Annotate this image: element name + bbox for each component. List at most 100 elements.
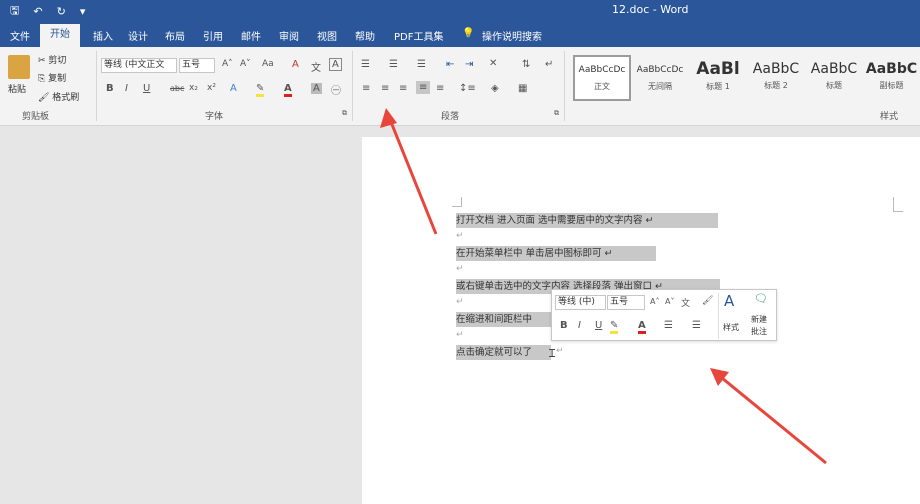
text-cursor-icon: Ɪ <box>549 347 556 360</box>
paragraph-dialog-launcher-icon[interactable]: ⧉ <box>554 109 559 118</box>
style-title[interactable]: AaBbC 标题 <box>805 55 863 101</box>
paragraph-mark: ↵ <box>456 297 464 307</box>
style-subtitle[interactable]: AaBbC 副标题 <box>863 55 920 101</box>
copy-button[interactable]: ⎘ 复制 <box>38 71 66 84</box>
font-name-select[interactable]: 等线 (中文正文 <box>101 58 177 73</box>
change-case-button[interactable]: Aa <box>262 59 274 69</box>
subscript-button[interactable]: x₂ <box>189 83 198 93</box>
paste-button[interactable]: 粘贴 <box>8 82 26 95</box>
new-comment-label-1[interactable]: 新建 <box>751 314 767 325</box>
mini-italic-button[interactable]: I <box>578 320 581 331</box>
selected-line-2[interactable]: 在开始菜单栏中 单击居中图标即可 ↵ <box>456 246 656 261</box>
text-effect-icon[interactable]: A <box>230 83 237 94</box>
grow-font-icon[interactable]: A˄ <box>650 297 659 306</box>
style-heading-1[interactable]: AaBl 标题 1 <box>689 55 747 101</box>
tab-insert[interactable]: 插入 <box>93 28 113 43</box>
selected-line-1[interactable]: 打开文档 进入页面 选中需要居中的文字内容 ↵ <box>456 213 718 228</box>
distributed-icon[interactable]: ≡ <box>436 83 444 94</box>
lightbulb-icon: 💡 <box>462 28 475 39</box>
mini-bold-button[interactable]: B <box>560 320 568 331</box>
redo-icon[interactable]: ↻ <box>57 5 66 18</box>
undo-icon[interactable]: ↶ <box>33 5 42 18</box>
tab-mailings[interactable]: 邮件 <box>241 28 261 43</box>
align-left-icon[interactable]: ≡ <box>362 83 370 94</box>
bold-button[interactable]: B <box>106 83 114 94</box>
line-spacing-icon[interactable]: ↕≡ <box>459 83 476 94</box>
mini-underline-button[interactable]: U <box>595 320 602 331</box>
shrink-font-icon[interactable]: A˅ <box>665 297 674 306</box>
font-size-select[interactable]: 五号 <box>179 58 215 73</box>
mini-bullets-icon[interactable]: ☰ <box>664 320 673 331</box>
tab-review[interactable]: 审阅 <box>279 28 299 43</box>
tab-pdf-tools[interactable]: PDF工具集 <box>394 28 443 43</box>
tab-file[interactable]: 文件 <box>10 28 30 43</box>
font-color-icon[interactable]: A <box>284 83 292 97</box>
highlight-icon[interactable]: ✎ <box>256 83 265 97</box>
font-dialog-launcher-icon[interactable]: ⧉ <box>342 109 347 118</box>
tell-me-search[interactable]: 操作说明搜索 <box>482 28 542 43</box>
customize-qat-icon[interactable]: ▾ <box>80 5 86 18</box>
style-heading-2[interactable]: AaBbC 标题 2 <box>747 55 805 101</box>
paragraph-mark: ↵ <box>456 330 464 340</box>
mini-font-select[interactable]: 等线 (中) <box>555 295 606 310</box>
tab-references[interactable]: 引用 <box>203 28 223 43</box>
numbering-icon[interactable]: ☰ <box>389 59 398 70</box>
grow-font-icon[interactable]: A˄ <box>222 59 233 69</box>
margin-corner-mark <box>893 197 903 212</box>
new-comment-icon[interactable]: 🗨 <box>754 292 768 305</box>
quick-access-toolbar: 🖫 ↶ ↻ ▾ <box>10 2 85 21</box>
clear-format-icon[interactable]: A <box>292 59 299 70</box>
style-normal[interactable]: AaBbCcDc 正文 <box>573 55 631 101</box>
paragraph-mark: ↵ <box>456 264 464 274</box>
mini-styles-button[interactable]: 样式 <box>723 322 739 333</box>
style-no-spacing[interactable]: AaBbCcDc 无间隔 <box>631 55 689 101</box>
mini-size-select[interactable]: 五号 <box>607 295 645 310</box>
mini-toolbar: 等线 (中) 五号 A˄ A˅ 文 🖌 B I U ✎ A ☰ ☰ A 样式 🗨… <box>551 289 777 341</box>
tab-view[interactable]: 视图 <box>317 28 337 43</box>
save-icon[interactable]: 🖫 <box>10 2 19 21</box>
paste-icon[interactable] <box>8 55 30 79</box>
cut-button[interactable]: ✂ 剪切 <box>38 53 66 66</box>
mini-highlight-icon[interactable]: ✎ <box>610 320 619 334</box>
shrink-font-icon[interactable]: A˅ <box>240 59 251 69</box>
align-center-icon[interactable]: ≡ <box>381 83 389 94</box>
strikethrough-button[interactable]: abc <box>170 84 184 93</box>
margin-corner-mark <box>452 197 462 207</box>
show-marks-icon[interactable]: ↵ <box>545 59 553 70</box>
tab-help[interactable]: 帮助 <box>355 28 375 43</box>
increase-indent-icon[interactable]: ⇥ <box>465 59 473 70</box>
ribbon-tabs: 文件 插入 设计 布局 引用 邮件 审阅 视图 帮助 PDF工具集 💡 操作说明… <box>0 20 920 47</box>
mini-numbering-icon[interactable]: ☰ <box>692 320 701 331</box>
borders-icon[interactable]: ▦ <box>518 83 527 94</box>
multilevel-list-icon[interactable]: ☰ <box>417 59 426 70</box>
mini-font-color-icon[interactable]: A <box>638 320 646 334</box>
align-right-icon[interactable]: ≡ <box>399 83 407 94</box>
selected-line-5[interactable]: 点击确定就可以了 <box>456 345 551 360</box>
ribbon-home: 粘贴 ✂ 剪切 ⎘ 复制 🖌 格式刷 剪贴板 等线 (中文正文 五号 A˄ A˅… <box>0 47 920 126</box>
underline-button[interactable]: U <box>143 83 150 94</box>
enclose-char-icon[interactable]: ㊀ <box>331 82 341 97</box>
superscript-button[interactable]: x² <box>207 83 216 93</box>
sort-icon[interactable]: ⇅ <box>522 59 530 70</box>
format-painter-button[interactable]: 🖌 格式刷 <box>38 90 79 103</box>
tab-design[interactable]: 设计 <box>128 28 148 43</box>
paragraph-mark: ↵ <box>456 231 464 241</box>
font-group-label: 字体 <box>205 112 224 122</box>
bullets-icon[interactable]: ☰ <box>361 59 370 70</box>
char-shading-icon[interactable]: A <box>311 83 322 94</box>
phonetic-guide-icon[interactable]: 文 <box>681 296 690 309</box>
styles-icon[interactable]: A <box>724 292 734 310</box>
shading-icon[interactable]: ◈ <box>491 83 499 94</box>
tab-home[interactable]: 开始 <box>40 24 80 48</box>
divider <box>718 293 719 339</box>
selected-line-4[interactable]: 在缩进和间距栏中 <box>456 312 551 327</box>
justify-icon[interactable]: ≡ <box>416 81 431 94</box>
phonetic-guide-icon[interactable]: 文 <box>311 59 321 74</box>
format-painter-icon[interactable]: 🖌 <box>702 296 713 306</box>
decrease-indent-icon[interactable]: ⇤ <box>446 59 454 70</box>
chinese-layout-icon[interactable]: ✕ <box>489 58 497 69</box>
tab-layout[interactable]: 布局 <box>165 28 185 43</box>
new-comment-label-2[interactable]: 批注 <box>751 326 767 337</box>
char-border-icon[interactable]: A <box>329 58 342 71</box>
italic-button[interactable]: I <box>125 83 128 94</box>
